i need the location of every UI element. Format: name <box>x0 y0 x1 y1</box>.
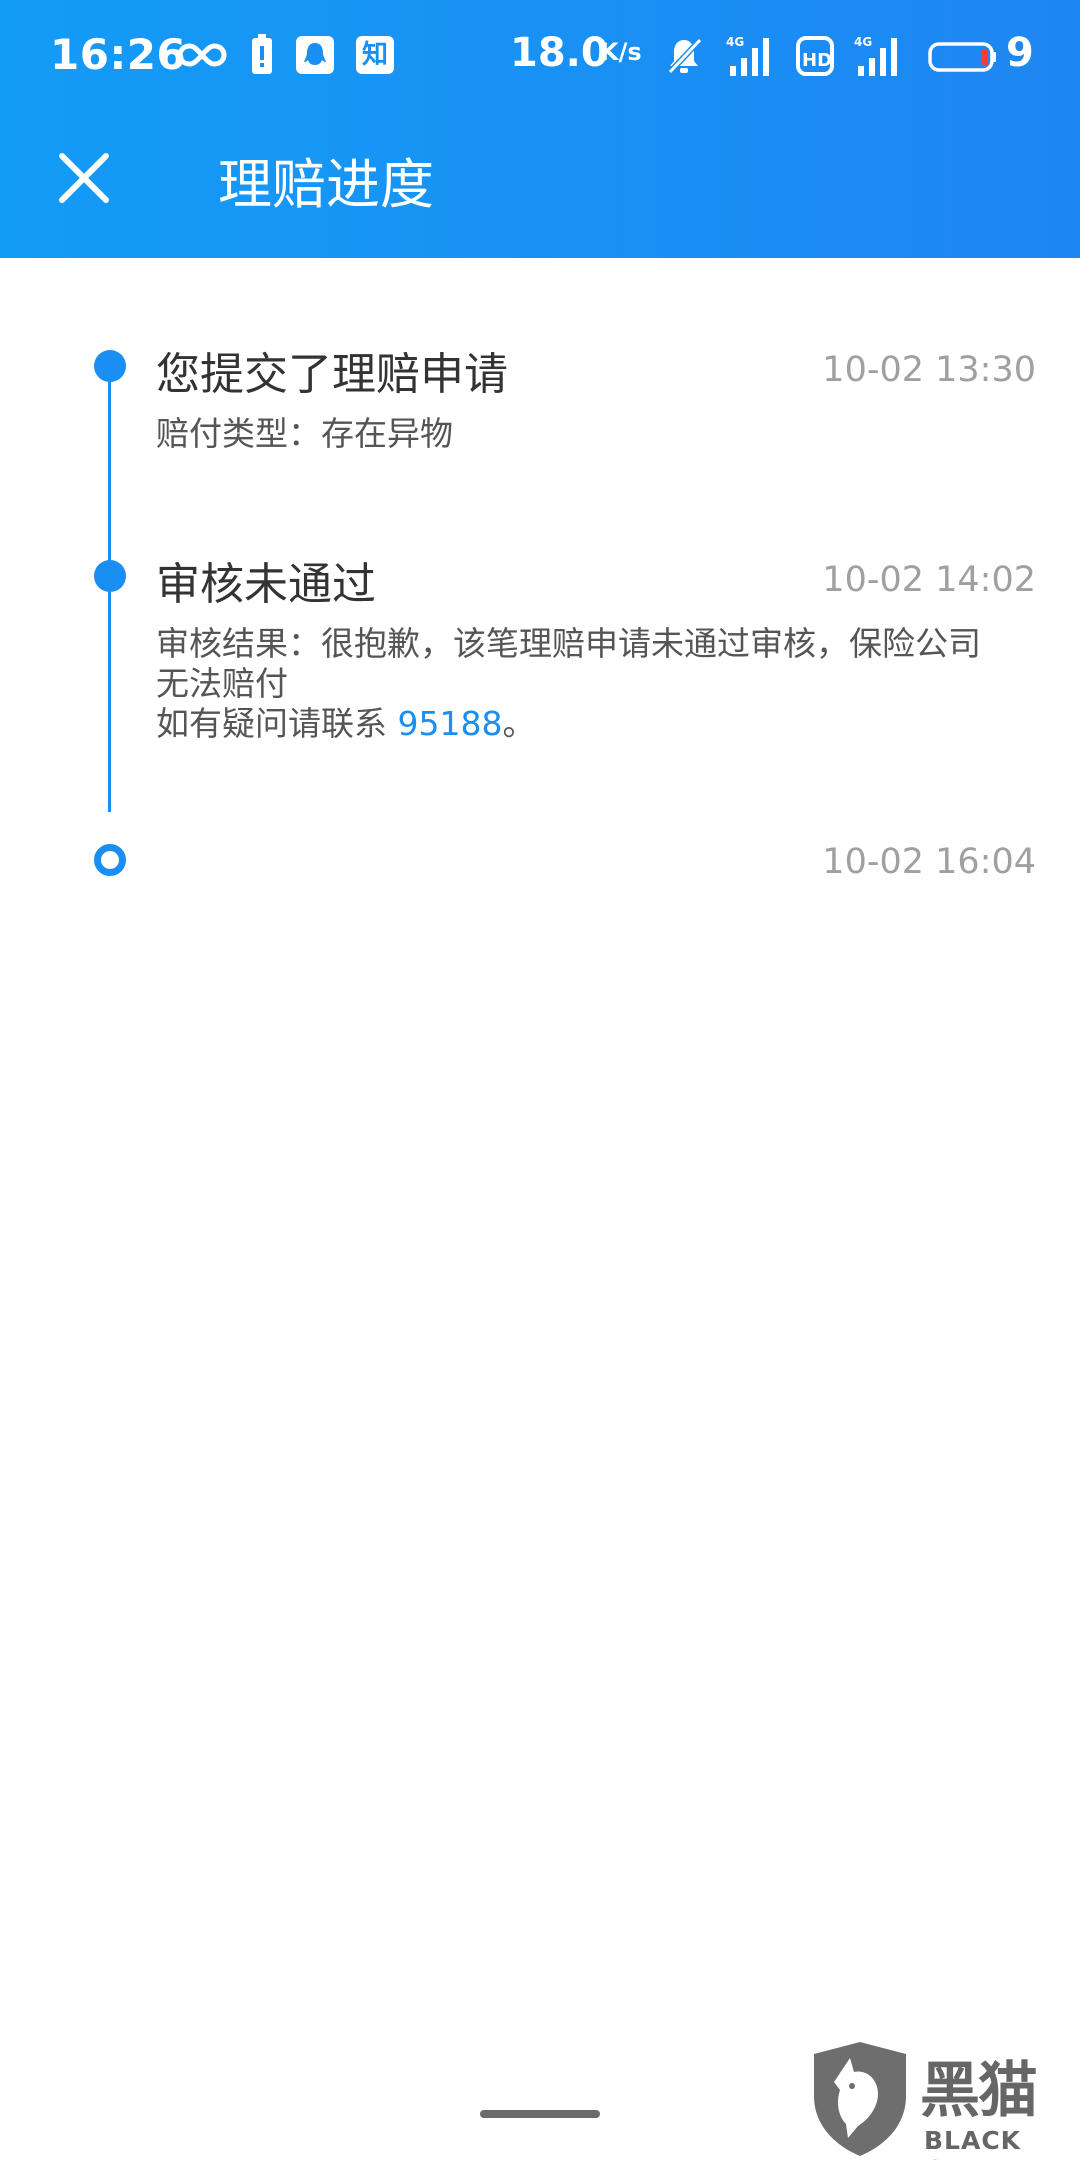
watermark-cn: 黑猫 <box>920 2056 1038 2126</box>
infinity-icon <box>177 43 227 67</box>
event-description: 审核结果：很抱歉，该笔理赔申请未通过审核，保险公司 无法赔付 如有疑问请联系 9… <box>156 624 1036 744</box>
event-time: 10-02 16:04 <box>822 842 1036 882</box>
title-bar: 理赔进度 <box>0 114 1080 258</box>
claim-progress-page: 16:26 知 18.0 K/s 4G HD 4G 9 理赔进度 您提交了理赔申… <box>0 0 1080 2160</box>
timeline-dot <box>94 560 126 592</box>
signal-4g-icon: 4G <box>854 35 897 76</box>
qq-icon <box>296 36 334 74</box>
battery-level: 9 <box>1006 30 1034 76</box>
watermark-logo: 黑猫 BLACK CAT <box>808 2040 1080 2160</box>
event-description: 赔付类型：存在异物 <box>156 414 453 453</box>
bell-off-icon <box>667 37 703 75</box>
page-title: 理赔进度 <box>218 153 434 216</box>
cat-shield-icon <box>814 2042 906 2156</box>
svg-text:HD: HD <box>802 50 832 71</box>
description-line: 审核结果：很抱歉，该笔理赔申请未通过审核，保险公司 <box>156 624 981 663</box>
status-bar: 16:26 知 18.0 K/s 4G HD 4G 9 <box>0 0 1080 114</box>
svg-text:4G: 4G <box>854 35 872 49</box>
event-title: 审核未通过 <box>156 559 376 610</box>
event-title: 您提交了理赔申请 <box>156 349 508 400</box>
signal-4g-icon: 4G <box>726 35 769 76</box>
hd-icon: HD <box>796 36 834 76</box>
description-line: 如有疑问请联系 95188。 <box>156 704 1036 744</box>
description-line: 无法赔付 <box>156 664 288 703</box>
contact-suffix: 。 <box>502 704 536 743</box>
event-time: 10-02 14:02 <box>822 560 1036 600</box>
timeline-dot <box>94 350 126 382</box>
app-header: 16:26 知 18.0 K/s 4G HD 4G 9 理赔进度 <box>0 0 1080 258</box>
battery-saver-icon <box>252 34 272 74</box>
phone-link[interactable]: 95188 <box>398 704 503 743</box>
svg-text:4G: 4G <box>726 35 744 49</box>
event-time: 10-02 13:30 <box>822 350 1036 390</box>
network-speed-unit: K/s <box>600 38 642 66</box>
contact-prefix: 如有疑问请联系 <box>156 704 398 743</box>
watermark-en: BLACK CAT <box>924 2126 1022 2160</box>
timeline-end-dot <box>94 844 126 876</box>
status-time: 16:26 <box>50 30 187 79</box>
network-speed: 18.0 <box>510 30 609 76</box>
battery-icon <box>928 42 996 72</box>
zhihu-icon: 知 <box>356 36 394 74</box>
close-icon[interactable] <box>52 146 116 210</box>
home-indicator[interactable] <box>480 2110 600 2118</box>
